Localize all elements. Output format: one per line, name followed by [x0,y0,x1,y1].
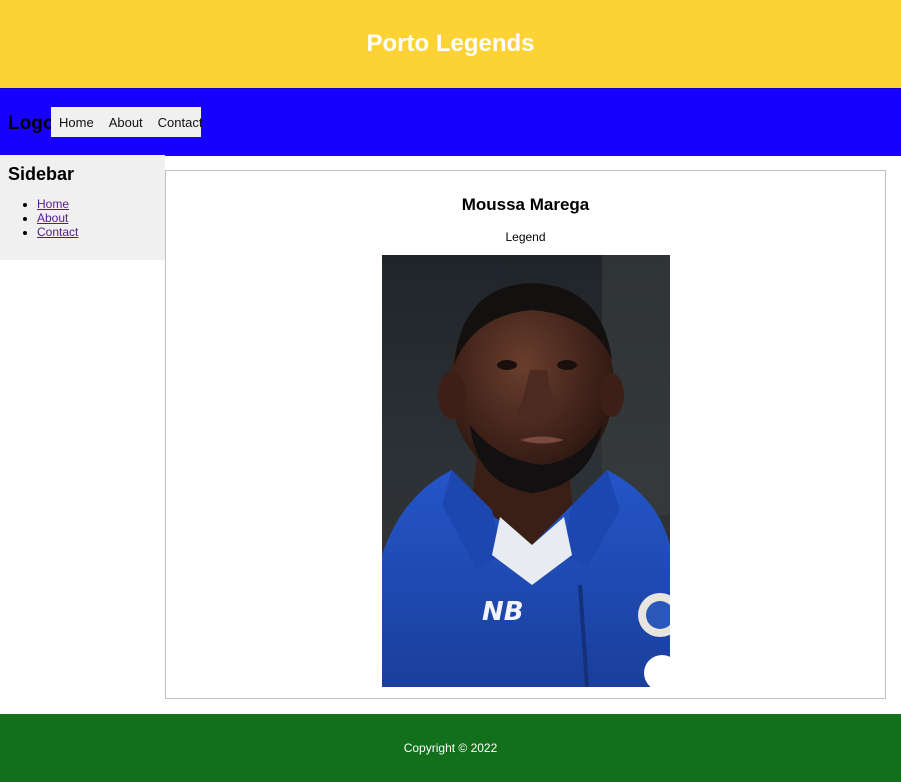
sidebar-link-about[interactable]: About [37,211,68,225]
player-status: Legend [505,230,546,244]
player-photo: NB [382,255,670,687]
nav-link-about[interactable]: About [101,115,150,130]
navbar: Logo Home About Contact [0,88,901,156]
sidebar-list: Home About Contact [0,197,78,239]
sidebar-link-contact[interactable]: Contact [37,225,78,239]
player-name: Moussa Marega [461,195,590,214]
nav-link-contact[interactable]: Contact [150,115,210,130]
sidebar-item-contact: Contact [37,225,78,239]
footer-copyright: Copyright © 2022 [403,741,498,755]
sidebar-link-home[interactable]: Home [37,197,69,211]
svg-text:NB: NB [482,597,524,627]
site-footer: Copyright © 2022 [0,714,901,782]
sidebar-title: Sidebar [8,164,75,184]
sidebar-item-about: About [37,211,78,225]
sidebar-item-home: Home [37,197,78,211]
page: Porto Legends Logo Home About Contact Si… [0,0,901,782]
site-title: Porto Legends [366,30,535,57]
player-card: Moussa Marega Legend NB [165,170,886,699]
nav-link-home[interactable]: Home [51,115,101,130]
sidebar: Sidebar Home About Contact [0,155,165,260]
player-photo-illustration: NB [382,255,670,687]
logo[interactable]: Logo [8,113,54,135]
nav-menu: Home About Contact [51,107,202,137]
site-header: Porto Legends [0,0,901,88]
